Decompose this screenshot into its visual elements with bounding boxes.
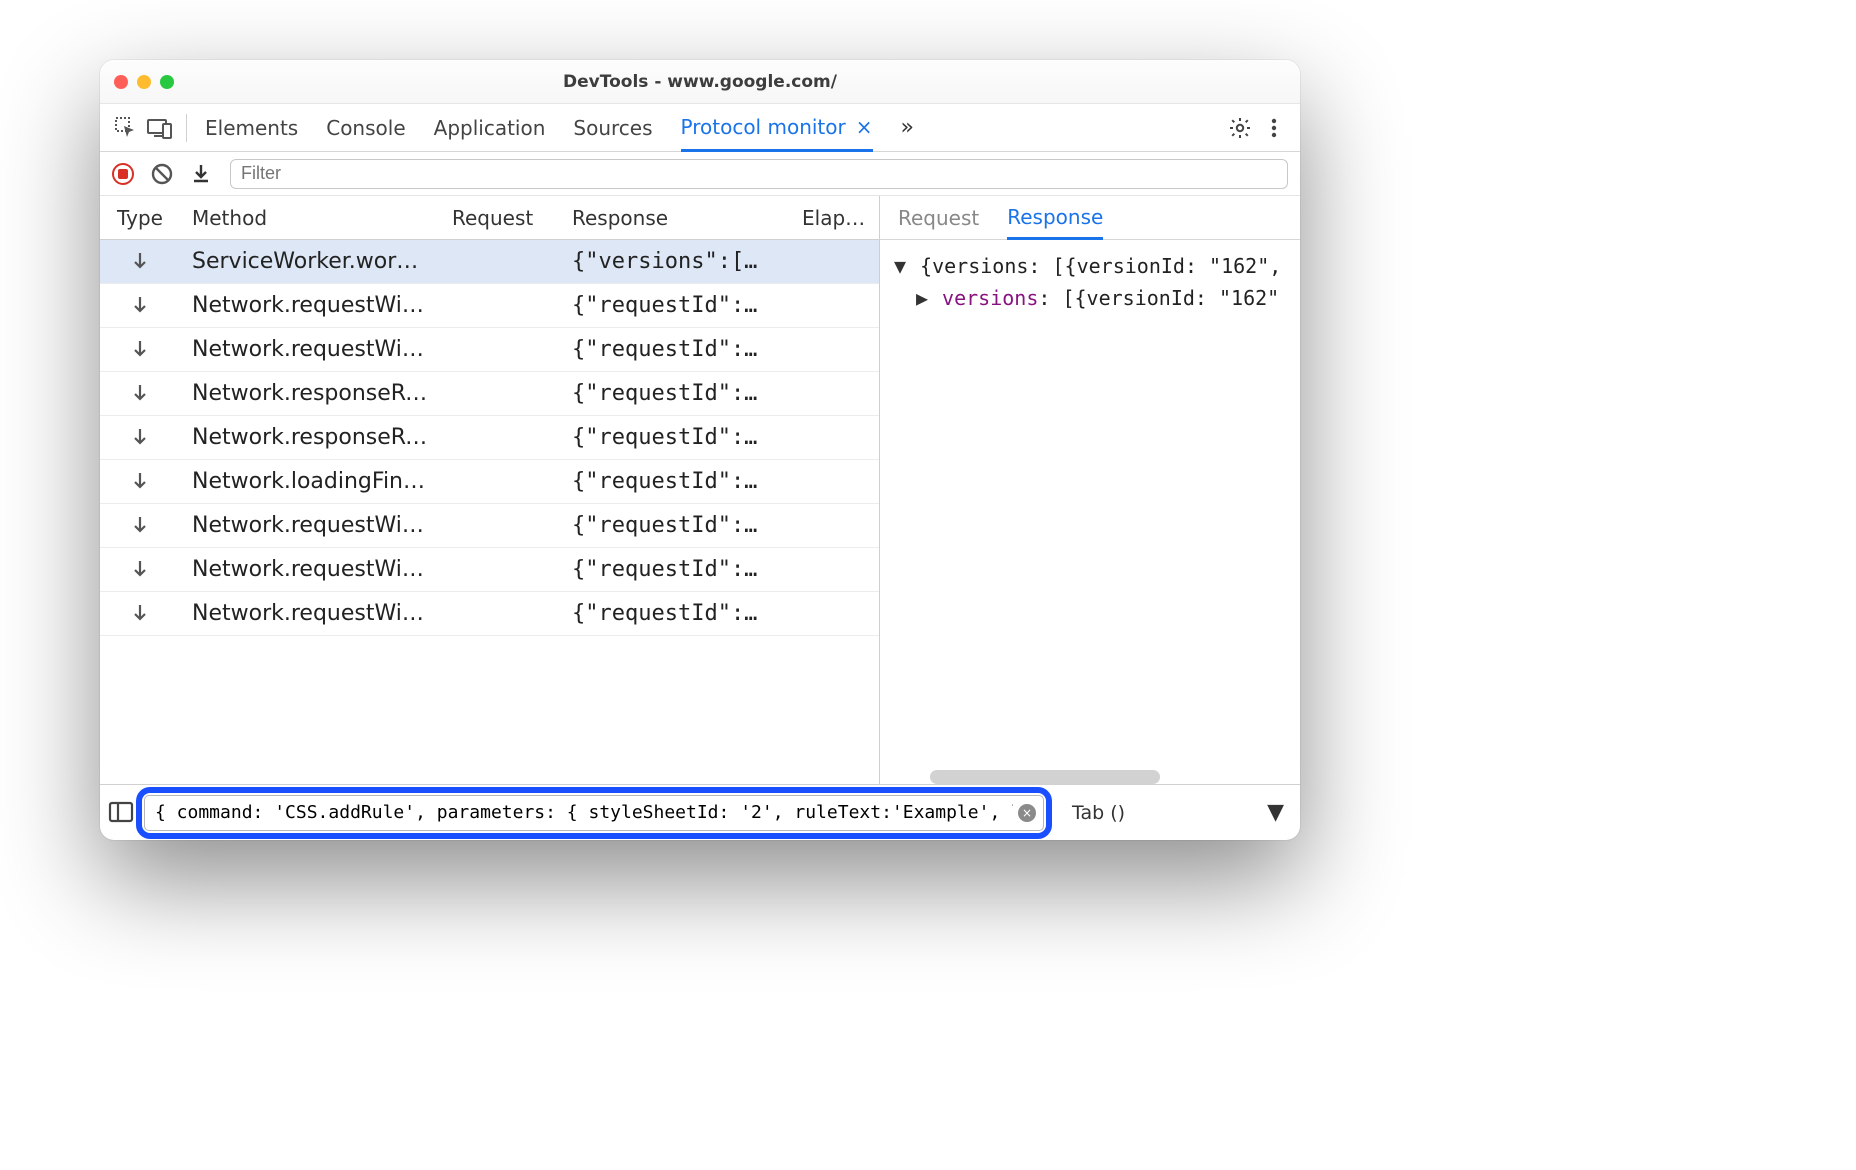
arrow-down-icon xyxy=(132,515,148,535)
more-tabs-icon[interactable]: » xyxy=(901,104,914,151)
col-elapsed[interactable]: Elap…▲ xyxy=(790,206,879,230)
tab-sources[interactable]: Sources xyxy=(573,104,652,151)
close-window-button[interactable] xyxy=(114,75,128,89)
table-header: Type Method Request Response Elap…▲ xyxy=(100,196,879,240)
tab-elements[interactable]: Elements xyxy=(205,104,298,151)
arrow-down-icon xyxy=(132,339,148,359)
tree-key: versions xyxy=(942,286,1038,310)
devtools-window: DevTools - www.google.com/ Elements Con xyxy=(100,60,1300,840)
tree-line-2: : [{versionId: "162" xyxy=(1038,286,1279,310)
main-area: Type Method Request Response Elap…▲ Serv… xyxy=(100,196,1300,784)
table-row[interactable]: ServiceWorker.worker… {"versions":[… xyxy=(100,240,879,284)
cell-method: Network.requestWillB… xyxy=(180,293,440,318)
tab-protocol-monitor[interactable]: Protocol monitor × xyxy=(681,105,873,152)
table-row[interactable]: Network.requestWillB… {"requestId":… xyxy=(100,504,879,548)
command-input[interactable] xyxy=(144,795,1044,831)
traffic-lights xyxy=(114,75,174,89)
maximize-window-button[interactable] xyxy=(160,75,174,89)
details-tab-request[interactable]: Request xyxy=(898,196,979,239)
cell-response: {"requestId":… xyxy=(560,381,790,406)
tree-caret-closed-icon[interactable]: ▶ xyxy=(916,282,930,314)
horizontal-scrollbar[interactable] xyxy=(930,770,1160,784)
table-body[interactable]: ServiceWorker.worker… {"versions":[… Netwo… xyxy=(100,240,879,784)
chevron-down-icon[interactable]: ▼ xyxy=(1267,800,1284,825)
details-tabs: Request Response xyxy=(880,196,1300,240)
record-button[interactable] xyxy=(112,163,134,185)
arrow-down-icon xyxy=(132,295,148,315)
cell-method: ServiceWorker.worker… xyxy=(180,249,440,274)
tab-application[interactable]: Application xyxy=(434,104,546,151)
cell-method: Network.requestWillB… xyxy=(180,557,440,582)
arrow-down-icon xyxy=(132,603,148,623)
tab-console[interactable]: Console xyxy=(326,104,405,151)
arrow-down-icon xyxy=(132,471,148,491)
kebab-menu-icon[interactable] xyxy=(1260,114,1288,142)
minimize-window-button[interactable] xyxy=(137,75,151,89)
table-row[interactable]: Network.requestWillB… {"requestId":… xyxy=(100,328,879,372)
clear-input-icon[interactable]: × xyxy=(1018,804,1036,822)
table-row[interactable]: Network.loadingFinis… {"requestId":… xyxy=(100,460,879,504)
table-row[interactable]: Network.requestWillB… {"requestId":… xyxy=(100,548,879,592)
tab-protocol-monitor-label: Protocol monitor xyxy=(681,115,846,139)
cell-response: {"versions":[… xyxy=(560,249,790,274)
cell-method: Network.requestWillB… xyxy=(180,513,440,538)
toggle-drawer-icon[interactable] xyxy=(108,800,134,826)
cell-method: Network.responseRe… xyxy=(180,425,440,450)
col-elapsed-label: Elap… xyxy=(802,206,865,230)
inspect-element-icon[interactable] xyxy=(112,114,140,142)
window-title: DevTools - www.google.com/ xyxy=(174,72,1226,92)
filter-bar xyxy=(100,152,1300,196)
table-row[interactable]: Network.requestWillB… {"requestId":… xyxy=(100,592,879,636)
cell-method: Network.responseRe… xyxy=(180,381,440,406)
cell-response: {"requestId":… xyxy=(560,601,790,626)
tab-info-label: Tab () xyxy=(1072,802,1125,824)
cell-method: Network.requestWillB… xyxy=(180,337,440,362)
download-icon[interactable] xyxy=(190,162,214,186)
cell-method: Network.loadingFinis… xyxy=(180,469,440,494)
table-row[interactable]: Network.requestWillB… {"requestId":… xyxy=(100,284,879,328)
cell-response: {"requestId":… xyxy=(560,513,790,538)
cell-response: {"requestId":… xyxy=(560,557,790,582)
tree-caret-open-icon[interactable]: ▼ xyxy=(894,250,908,282)
arrow-down-icon xyxy=(132,383,148,403)
arrow-down-icon xyxy=(132,559,148,579)
command-input-wrapper: × xyxy=(144,795,1044,831)
protocol-table: Type Method Request Response Elap…▲ Serv… xyxy=(100,196,880,784)
arrow-down-icon xyxy=(132,251,148,271)
table-row[interactable]: Network.responseRe… {"requestId":… xyxy=(100,372,879,416)
col-method[interactable]: Method xyxy=(180,206,440,230)
response-tree[interactable]: ▼ {versions: [{versionId: "162", ▶ versi… xyxy=(880,240,1300,764)
titlebar: DevTools - www.google.com/ xyxy=(100,60,1300,104)
col-request[interactable]: Request xyxy=(440,206,560,230)
cell-response: {"requestId":… xyxy=(560,337,790,362)
cell-response: {"requestId":… xyxy=(560,293,790,318)
close-tab-icon[interactable]: × xyxy=(856,115,873,139)
tree-line-1: {versions: [{versionId: "162", xyxy=(920,254,1281,278)
cell-response: {"requestId":… xyxy=(560,425,790,450)
details-panel: Request Response ▼ {versions: [{versionI… xyxy=(880,196,1300,784)
device-toolbar-icon[interactable] xyxy=(146,114,174,142)
col-type[interactable]: Type xyxy=(100,206,180,230)
cell-method: Network.requestWillB… xyxy=(180,601,440,626)
filter-input[interactable] xyxy=(230,159,1288,189)
arrow-down-icon xyxy=(132,427,148,447)
footer-bar: × Tab () ▼ xyxy=(100,784,1300,840)
details-tab-response[interactable]: Response xyxy=(1007,197,1103,240)
main-toolbar: Elements Console Application Sources Pro… xyxy=(100,104,1300,152)
table-row[interactable]: Network.responseRe… {"requestId":… xyxy=(100,416,879,460)
sort-asc-icon: ▲ xyxy=(867,213,878,229)
settings-gear-icon[interactable] xyxy=(1226,114,1254,142)
cell-response: {"requestId":… xyxy=(560,469,790,494)
clear-icon[interactable] xyxy=(150,162,174,186)
col-response[interactable]: Response xyxy=(560,206,790,230)
